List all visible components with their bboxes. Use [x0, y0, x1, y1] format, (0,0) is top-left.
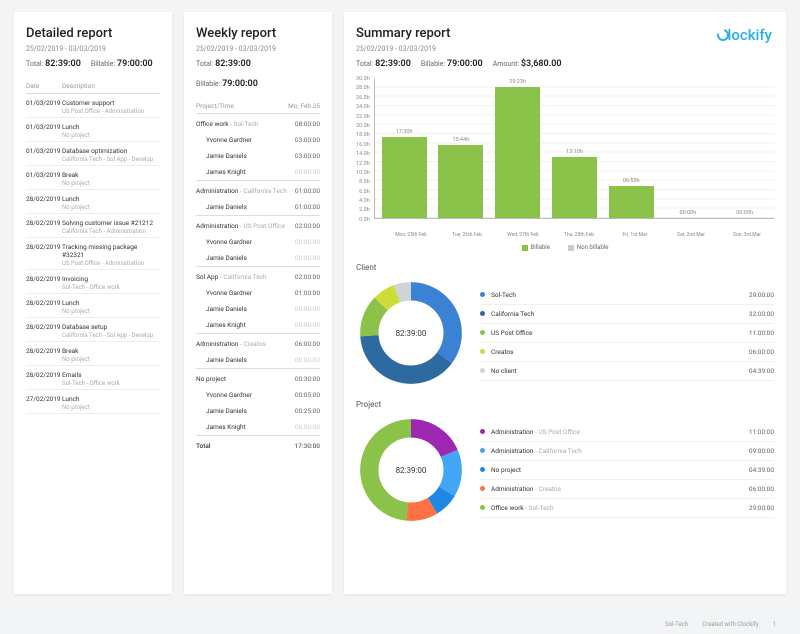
weekly-group[interactable]: No project00:30:00 — [196, 369, 320, 388]
client-section-title: Client — [356, 263, 774, 272]
bar[interactable]: 00:00h — [717, 79, 772, 218]
weekly-user-row[interactable]: Jamie Daniels01:00:00 — [196, 199, 320, 216]
list-item[interactable]: Office work - Sol-Tech29:00:00 — [480, 499, 774, 518]
list-item[interactable]: Sol-Tech29:00:00 — [480, 286, 774, 305]
list-item[interactable]: Administration - US Post Office11:00:00 — [480, 423, 774, 442]
client-donut: 82:39:00 — [356, 278, 466, 388]
weekly-group[interactable]: Office work - Sol-Tech08:00:00 — [196, 114, 320, 133]
weekly-totals: Total: 82:39:00 Billable: 79:00:00 — [196, 59, 320, 89]
bar[interactable]: 29:23h — [490, 79, 545, 218]
table-row[interactable]: 01/03/2019BreakNo project — [26, 166, 160, 190]
list-item[interactable]: No client04:39:00 — [480, 362, 774, 381]
weekly-range: 25/02/2019 - 03/03/2019 — [196, 45, 320, 53]
weekly-user-row[interactable]: Jamie Daniels00:25:00 — [196, 403, 320, 419]
summary-totals: Total: 82:39:00 Billable: 79:00:00 Amoun… — [356, 59, 774, 69]
col-proj: Project/Time — [196, 99, 288, 114]
chart-legend: Billable Non billable — [356, 244, 774, 251]
legend-swatch-nonbillable — [568, 245, 574, 251]
client-row: 82:39:00 Sol-Tech29:00:00California Tech… — [356, 278, 774, 388]
detailed-report-card: Detailed report 25/02/2019 - 03/03/2019 … — [14, 12, 172, 594]
weekly-user-row[interactable]: Yvonne Gardner00:05:00 — [196, 387, 320, 403]
table-row[interactable]: 01/03/2019Database optimizationCaliforni… — [26, 142, 160, 166]
list-item[interactable]: Administration - California Tech09:00:00 — [480, 442, 774, 461]
project-donut: 82:39:00 — [356, 415, 466, 525]
summary-title: Summary report — [356, 26, 774, 41]
table-row[interactable]: 27/02/2019LunchNo project — [26, 390, 160, 414]
col-desc: Description — [62, 79, 160, 94]
weekly-table: Project/Time Mo, Feb 25 Office work - So… — [196, 99, 320, 454]
weekly-user-row[interactable]: Yvonne Gardner00:00:00 — [196, 234, 320, 250]
summary-range: 25/02/2019 - 03/03/2019 — [356, 45, 774, 53]
weekly-group[interactable]: Administration - California Tech01:00:00 — [196, 181, 320, 200]
weekly-group[interactable]: Administration - US Post Office02:00:00 — [196, 216, 320, 235]
table-row[interactable]: 28/02/2019LunchNo project — [26, 190, 160, 214]
weekly-user-row[interactable]: Yvonne Gardner01:00:00 — [196, 285, 320, 301]
detailed-totals: Total: 82:39:00 Billable: 79:00:00 — [26, 59, 160, 69]
list-item[interactable]: No project04:39:00 — [480, 461, 774, 480]
table-row[interactable]: 28/02/2019EmailsSol-Tech - Office work — [26, 366, 160, 390]
legend-swatch-billable — [522, 245, 528, 251]
table-row[interactable]: 28/02/2019Solving customer issue #21212C… — [26, 214, 160, 238]
weekly-group[interactable]: Sol App - California Tech02:00:00 — [196, 267, 320, 286]
client-list: Sol-Tech29:00:00California Tech32:00:00U… — [480, 286, 774, 381]
weekly-user-row[interactable]: Jamie Daniels03:00:00 — [196, 148, 320, 164]
weekly-title: Weekly report — [196, 26, 320, 41]
weekly-user-row[interactable]: James Knight00:00:00 — [196, 164, 320, 181]
bar-chart: 30.0h28.0h26.0h24.0h22.0h20.0h18.0h16.0h… — [356, 79, 774, 229]
bar[interactable]: 13:10h — [547, 79, 602, 218]
table-row[interactable]: 28/02/2019LunchNo project — [26, 294, 160, 318]
weekly-user-row[interactable]: Jamie Daniels00:00:00 — [196, 352, 320, 369]
list-item[interactable]: Creatos06:00:00 — [480, 343, 774, 362]
project-list: Administration - US Post Office11:00:00A… — [480, 423, 774, 518]
weekly-total-row: Total17:30:00 — [196, 436, 320, 455]
weekly-user-row[interactable]: James Knight00:00:00 — [196, 419, 320, 436]
col-day: Mo, Feb 25 — [288, 99, 320, 114]
weekly-user-row[interactable]: Jamie Daniels00:00:00 — [196, 301, 320, 317]
chart-xaxis: Mon, 25th FebTue, 26th FebWed, 27th FebT… — [384, 232, 774, 238]
table-row[interactable]: 01/03/2019LunchNo project — [26, 118, 160, 142]
bar[interactable]: 00:00h — [661, 79, 716, 218]
table-row[interactable]: 28/02/2019Tracking missing package #3232… — [26, 238, 160, 270]
weekly-user-row[interactable]: Jamie Daniels00:00:00 — [196, 250, 320, 267]
weekly-user-row[interactable]: Yvonne Gardner03:00:00 — [196, 132, 320, 148]
table-row[interactable]: 28/02/2019BreakNo project — [26, 342, 160, 366]
table-row[interactable]: 28/02/2019InvoicingSol-Tech - Office wor… — [26, 270, 160, 294]
list-item[interactable]: US Post Office11:00:00 — [480, 324, 774, 343]
project-row: 82:39:00 Administration - US Post Office… — [356, 415, 774, 525]
bar[interactable]: 17:30h — [377, 79, 432, 218]
project-section-title: Project — [356, 400, 774, 409]
summary-report-card: lockify Summary report 25/02/2019 - 03/0… — [344, 12, 786, 594]
table-row[interactable]: 01/03/2019Customer supportUS Post Office… — [26, 94, 160, 118]
bar[interactable]: 15:44h — [434, 79, 489, 218]
chart-plot: 17:30h15:44h29:23h13:10h06:55h00:00h00:0… — [374, 79, 774, 219]
weekly-report-card: Weekly report 25/02/2019 - 03/03/2019 To… — [184, 12, 332, 594]
list-item[interactable]: Administration - Creatos06:00:00 — [480, 480, 774, 499]
clockify-logo: lockify — [717, 26, 772, 44]
detailed-title: Detailed report — [26, 26, 160, 41]
detailed-table: Date Description 01/03/2019Customer supp… — [26, 79, 160, 414]
col-date: Date — [26, 79, 62, 94]
list-item[interactable]: California Tech32:00:00 — [480, 305, 774, 324]
page-footer: Sol-Tech Created with Clockify 1 — [665, 621, 776, 628]
weekly-group[interactable]: Administration - Creatos06:00:00 — [196, 334, 320, 353]
detailed-range: 25/02/2019 - 03/03/2019 — [26, 45, 160, 53]
bar[interactable]: 06:55h — [604, 79, 659, 218]
weekly-user-row[interactable]: James Knight00:00:00 — [196, 317, 320, 334]
table-row[interactable]: 28/02/2019Database setupCalifornia Tech … — [26, 318, 160, 342]
